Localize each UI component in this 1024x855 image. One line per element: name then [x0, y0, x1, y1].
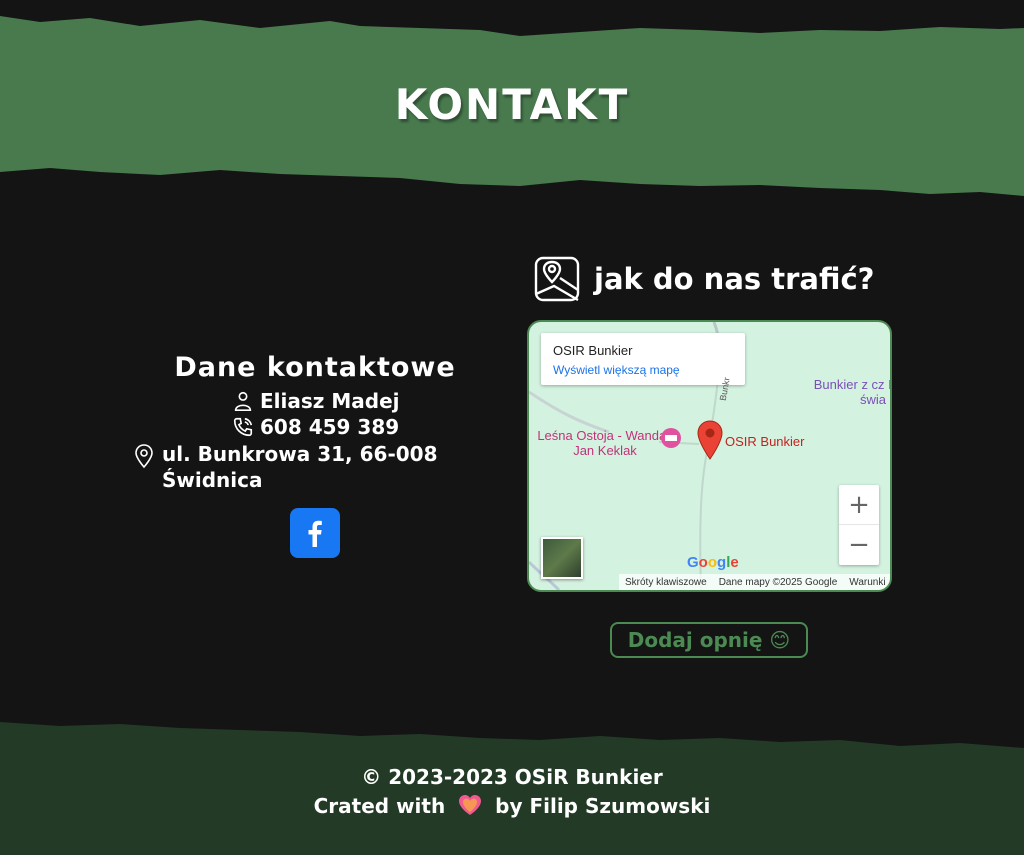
map-data-credit: Dane mapy ©2025 Google	[718, 576, 838, 588]
google-logo: Google	[687, 554, 739, 571]
map-pin-icon	[534, 256, 580, 302]
contact-address-row: ul. Bunkrowa 31, 66-008 Świdnica	[132, 441, 462, 493]
add-review-button[interactable]: Dodaj opnię 😊	[610, 622, 808, 658]
map-attribution-bar: Skróty klawiszowe Dane mapy ©2025 Google…	[619, 574, 890, 590]
satellite-view-toggle[interactable]	[541, 537, 583, 579]
facebook-icon	[308, 520, 322, 547]
credit-prefix: Crated with	[313, 794, 446, 818]
map-place-lesna-ostoja[interactable]: Leśna Ostoja - Wanda i Jan Keklak	[535, 428, 675, 458]
page-title: KONTAKT	[394, 80, 630, 129]
hotel-icon[interactable]	[660, 427, 682, 449]
address-line-2: Świdnica	[162, 468, 263, 492]
terms-link[interactable]: Warunki	[843, 577, 890, 588]
heart-icon	[459, 795, 482, 815]
contact-heading: Dane kontaktowe	[174, 352, 456, 383]
contact-phone-row[interactable]: 608 459 389	[232, 415, 399, 439]
larger-map-link[interactable]: Wyświetl większą mapę	[553, 363, 680, 377]
zoom-controls: + −	[839, 485, 879, 565]
directions-heading-row: jak do nas trafić?	[534, 256, 874, 302]
facebook-button[interactable]	[290, 508, 340, 558]
contact-name: Eliasz Madej	[260, 389, 400, 413]
map-info-card: OSIR Bunkier Wyświetl większą mapę	[541, 333, 745, 385]
credit-line: Crated with by Filip Szumowski	[0, 794, 1024, 818]
phone-icon	[233, 417, 253, 437]
map-marker-icon[interactable]	[696, 420, 724, 460]
embedded-map[interactable]: OSIR Bunkier Wyświetl większą mapę Bunkr…	[527, 320, 892, 592]
map-place-bunkier-wojny[interactable]: Bunkier z cz II wojny świa	[813, 377, 890, 407]
location-icon	[135, 444, 153, 469]
map-card-title: OSIR Bunkier	[553, 343, 633, 358]
directions-heading: jak do nas trafić?	[594, 262, 875, 296]
credit-suffix: by Filip Szumowski	[495, 794, 711, 818]
address-line-1: ul. Bunkrowa 31, 66-008	[162, 442, 438, 466]
user-icon	[234, 391, 252, 411]
contact-name-row: Eliasz Madej	[232, 389, 400, 413]
copyright-text: © 2023-2023 OSiR Bunkier	[361, 765, 663, 789]
zoom-out-button[interactable]: −	[839, 525, 879, 565]
contact-phone: 608 459 389	[260, 415, 400, 439]
map-place-osir-bunkier[interactable]: OSIR Bunkier	[725, 434, 804, 449]
keyboard-shortcuts-link[interactable]: Skróty klawiszowe	[619, 577, 713, 588]
zoom-in-button[interactable]: +	[839, 485, 879, 525]
